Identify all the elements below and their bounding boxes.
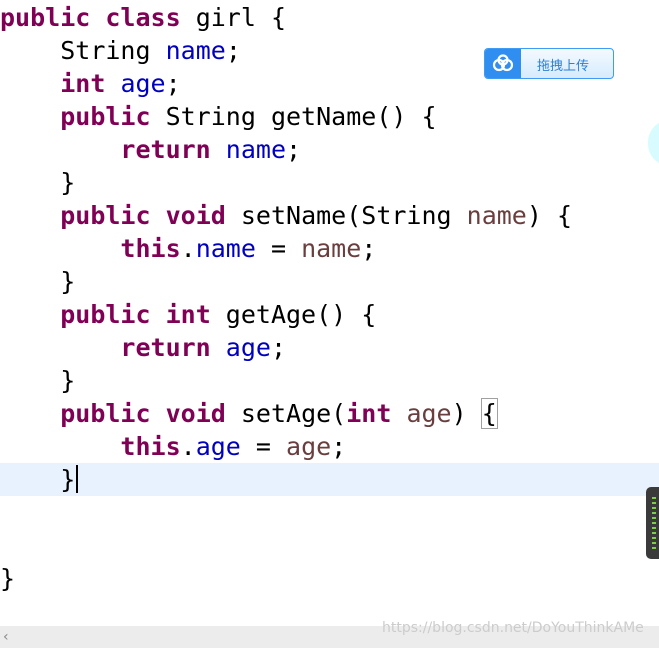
code-line: public String getName() { bbox=[0, 100, 659, 133]
dot: . bbox=[180, 234, 196, 263]
semicolon: ; bbox=[165, 69, 181, 98]
side-drag-handle[interactable] bbox=[646, 487, 659, 559]
keyword: public bbox=[60, 300, 151, 329]
code-line: public int getAge() { bbox=[0, 298, 659, 331]
keyword: public bbox=[60, 102, 151, 131]
matching-brace: { bbox=[480, 398, 498, 429]
code-text: getAge() { bbox=[210, 300, 377, 329]
keyword: void bbox=[165, 201, 226, 230]
code-text: setAge( bbox=[225, 399, 347, 428]
keyword: public bbox=[0, 3, 91, 32]
dot: . bbox=[180, 432, 196, 461]
assign-operator: = bbox=[240, 432, 287, 461]
watermark: https://blog.csdn.net/DoYouThinkAMe bbox=[382, 620, 644, 636]
keyword: int bbox=[165, 300, 211, 329]
class-closing-brace: } bbox=[0, 564, 16, 593]
handle-bar bbox=[652, 532, 656, 534]
parameter-identifier: name bbox=[466, 201, 527, 230]
semicolon: ; bbox=[270, 333, 287, 362]
cloud-icon bbox=[485, 49, 521, 78]
code-line: public class girl { bbox=[0, 1, 659, 34]
assign-operator: = bbox=[255, 234, 302, 263]
handle-bar bbox=[652, 522, 656, 524]
code-line: this.name = name; bbox=[0, 232, 659, 265]
handle-bar bbox=[652, 512, 656, 514]
handle-bar bbox=[652, 537, 656, 539]
code-text: String getName() { bbox=[150, 102, 437, 131]
keyword: this bbox=[120, 432, 181, 461]
scroll-left-arrow-icon[interactable]: ‹ bbox=[3, 627, 17, 647]
keyword: return bbox=[120, 333, 211, 362]
parameter-identifier: age bbox=[286, 432, 332, 461]
code-line: } bbox=[0, 166, 659, 199]
code-line: } bbox=[0, 562, 659, 595]
keyword: public bbox=[60, 399, 151, 428]
code-line: return age; bbox=[0, 331, 659, 364]
field-identifier: name bbox=[225, 135, 287, 164]
keyword: public bbox=[60, 201, 151, 230]
closing-brace: } bbox=[60, 168, 76, 197]
field-identifier: name bbox=[195, 234, 256, 263]
keyword: void bbox=[165, 399, 226, 428]
closing-brace: } bbox=[60, 366, 76, 395]
field-identifier: name bbox=[165, 36, 226, 65]
code-line: this.age = age; bbox=[0, 430, 659, 463]
closing-brace: } bbox=[60, 465, 76, 494]
code-line: } bbox=[0, 364, 659, 397]
field-identifier: age bbox=[225, 333, 271, 362]
handle-bar bbox=[652, 517, 656, 519]
keyword: return bbox=[120, 135, 211, 164]
field-identifier: age bbox=[120, 69, 166, 98]
upload-button-label: 拖拽上传 bbox=[537, 59, 590, 74]
close-paren: ) bbox=[451, 399, 467, 428]
drag-upload-button[interactable]: 拖拽上传 bbox=[484, 48, 614, 79]
semicolon: ; bbox=[331, 432, 347, 461]
keyword: int bbox=[60, 69, 106, 98]
code-text: girl { bbox=[180, 3, 286, 32]
code-editor[interactable]: public class girl { String name; int age… bbox=[0, 0, 659, 626]
code-line: return name; bbox=[0, 133, 659, 166]
keyword: int bbox=[346, 399, 392, 428]
semicolon: ; bbox=[225, 36, 241, 65]
semicolon: ; bbox=[286, 135, 302, 164]
semicolon: ; bbox=[361, 234, 377, 263]
keyword: this bbox=[120, 234, 181, 263]
code-line: public void setAge(int age) { bbox=[0, 397, 659, 430]
handle-bar bbox=[652, 547, 656, 549]
keyword: class bbox=[105, 3, 181, 32]
current-code-line[interactable]: } bbox=[0, 463, 659, 496]
type-name: String bbox=[60, 36, 151, 65]
code-text: setName(String bbox=[225, 201, 467, 230]
code-line: } bbox=[0, 265, 659, 298]
code-text: ) { bbox=[526, 201, 573, 230]
handle-bar bbox=[652, 497, 656, 499]
parameter-identifier: name bbox=[301, 234, 362, 263]
closing-brace: } bbox=[60, 267, 76, 296]
handle-bar bbox=[652, 502, 656, 504]
handle-bar bbox=[652, 527, 656, 529]
handle-bar bbox=[652, 542, 656, 544]
parameter-identifier: age bbox=[406, 399, 452, 428]
text-caret bbox=[76, 465, 79, 493]
handle-bar bbox=[652, 507, 656, 509]
field-identifier: age bbox=[195, 432, 241, 461]
code-line: public void setName(String name) { bbox=[0, 199, 659, 232]
